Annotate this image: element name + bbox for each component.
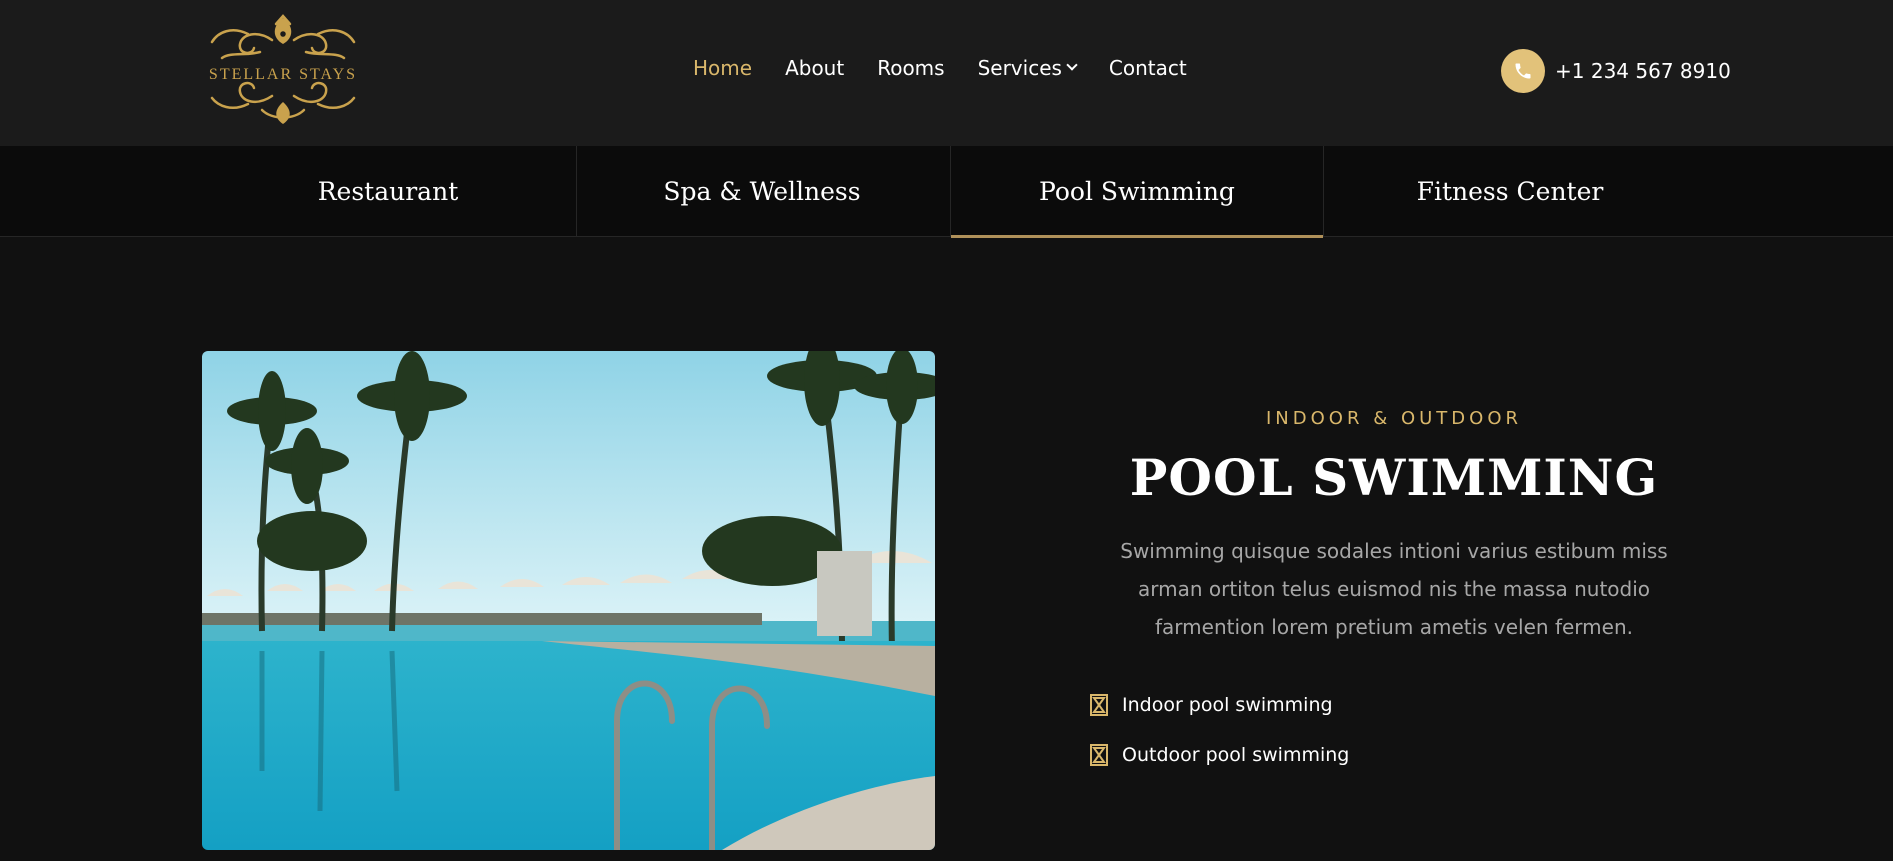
feature-list: Indoor pool swimming Outdoor pool swimmi…	[1090, 680, 1349, 780]
hourglass-icon	[1090, 744, 1108, 766]
nav-rooms[interactable]: Rooms	[877, 56, 944, 80]
nav-home[interactable]: Home	[693, 56, 752, 80]
phone-number[interactable]: +1 234 567 8910	[1555, 59, 1731, 83]
section-description: Swimming quisque sodales intioni varius …	[1120, 539, 1668, 639]
phone-icon	[1501, 49, 1545, 93]
feature-item: Outdoor pool swimming	[1090, 730, 1349, 780]
tab-spa-wellness[interactable]: Spa & Wellness	[576, 146, 948, 237]
site-header: STELLAR STAYS Home About Rooms Services …	[0, 0, 1893, 146]
hourglass-icon	[1090, 694, 1108, 716]
brand-name: STELLAR STAYS	[208, 66, 358, 83]
feature-label: Indoor pool swimming	[1122, 694, 1333, 716]
brand-logo[interactable]: STELLAR STAYS	[202, 12, 364, 128]
nav-about[interactable]: About	[785, 56, 844, 80]
tab-pool-swimming[interactable]: Pool Swimming	[951, 146, 1323, 238]
nav-services-label: Services	[977, 56, 1062, 80]
feature-item: Indoor pool swimming	[1090, 680, 1349, 730]
services-tabs: Restaurant Spa & Wellness Pool Swimming …	[0, 146, 1893, 238]
phone-contact[interactable]: +1 234 567 8910	[1501, 49, 1731, 93]
pool-image	[202, 351, 935, 850]
tab-fitness-center[interactable]: Fitness Center	[1324, 146, 1696, 237]
tab-restaurant[interactable]: Restaurant	[202, 146, 574, 237]
section-eyebrow: INDOOR & OUTDOOR	[1266, 408, 1522, 429]
nav-contact[interactable]: Contact	[1109, 56, 1187, 80]
main-nav: Home About Rooms Services Contact	[693, 56, 1187, 80]
feature-label: Outdoor pool swimming	[1122, 744, 1350, 766]
section-title: POOL SWIMMING	[1129, 448, 1659, 507]
nav-services[interactable]: Services	[977, 56, 1078, 80]
chevron-down-icon	[1066, 59, 1078, 71]
